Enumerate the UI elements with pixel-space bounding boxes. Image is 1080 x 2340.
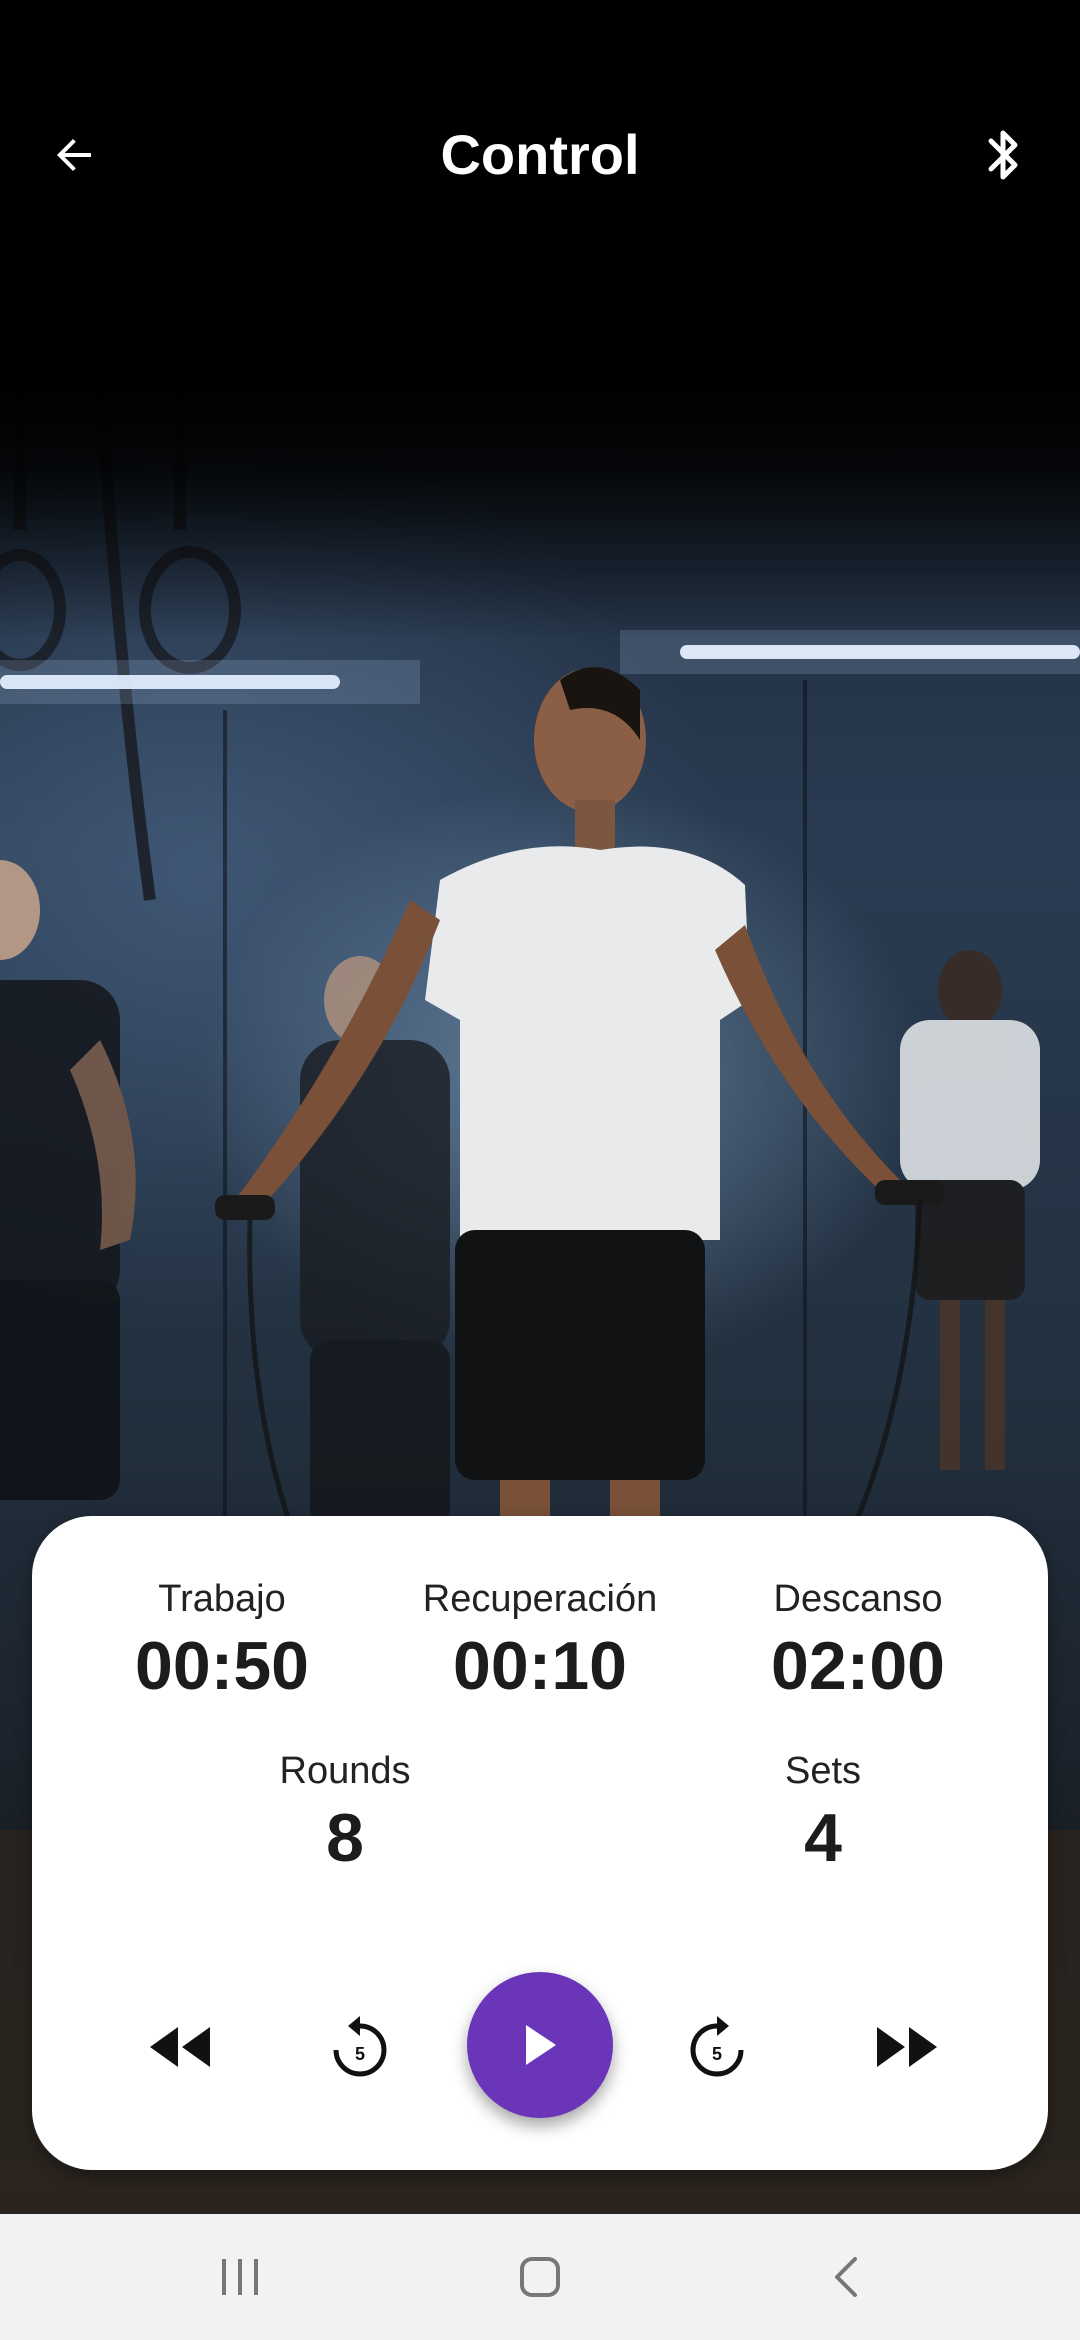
bluetooth-icon[interactable] <box>970 120 1040 190</box>
stat-sets: Sets 4 <box>673 1748 973 1878</box>
forward-5-icon[interactable]: 5 <box>672 2002 762 2092</box>
stat-value: 4 <box>804 1800 842 1876</box>
home-icon[interactable] <box>500 2244 580 2310</box>
stat-label: Trabajo <box>158 1578 286 1620</box>
play-icon <box>526 2025 556 2065</box>
stat-value: 8 <box>326 1800 364 1876</box>
playback-controls: 5 5 <box>32 1972 1048 2118</box>
forward-5-text: 5 <box>712 2044 722 2064</box>
nav-back-icon[interactable] <box>806 2244 886 2310</box>
stat-label: Descanso <box>773 1578 943 1620</box>
fast-rewind-icon[interactable] <box>135 2002 225 2092</box>
stat-label: Rounds <box>279 1750 411 1792</box>
play-button[interactable] <box>467 1972 613 2118</box>
stat-recuperacion: Recuperación 00:10 <box>390 1576 690 1706</box>
stat-label: Sets <box>784 1750 862 1792</box>
app-bar: Control <box>0 80 1080 230</box>
stat-value: 00:50 <box>135 1628 309 1704</box>
stat-label: Recuperación <box>422 1578 658 1620</box>
stat-descanso: Descanso 02:00 <box>708 1576 1008 1706</box>
control-screen: Control Trabajo 00:50 Recuperación 00:10… <box>0 0 1080 2340</box>
stat-trabajo: Trabajo 00:50 <box>72 1576 372 1706</box>
system-nav-bar <box>0 2214 1080 2340</box>
stat-rounds: Rounds 8 <box>195 1748 495 1878</box>
fast-forward-icon[interactable] <box>862 2002 952 2092</box>
stat-value: 00:10 <box>453 1628 627 1704</box>
replay-5-icon[interactable]: 5 <box>315 2002 405 2092</box>
recents-icon[interactable] <box>200 2244 280 2310</box>
control-card: Trabajo 00:50 Recuperación 00:10 Descans… <box>32 1516 1048 2170</box>
stat-value: 02:00 <box>771 1628 945 1704</box>
page-title: Control <box>440 123 640 186</box>
replay-5-text: 5 <box>355 2044 365 2064</box>
